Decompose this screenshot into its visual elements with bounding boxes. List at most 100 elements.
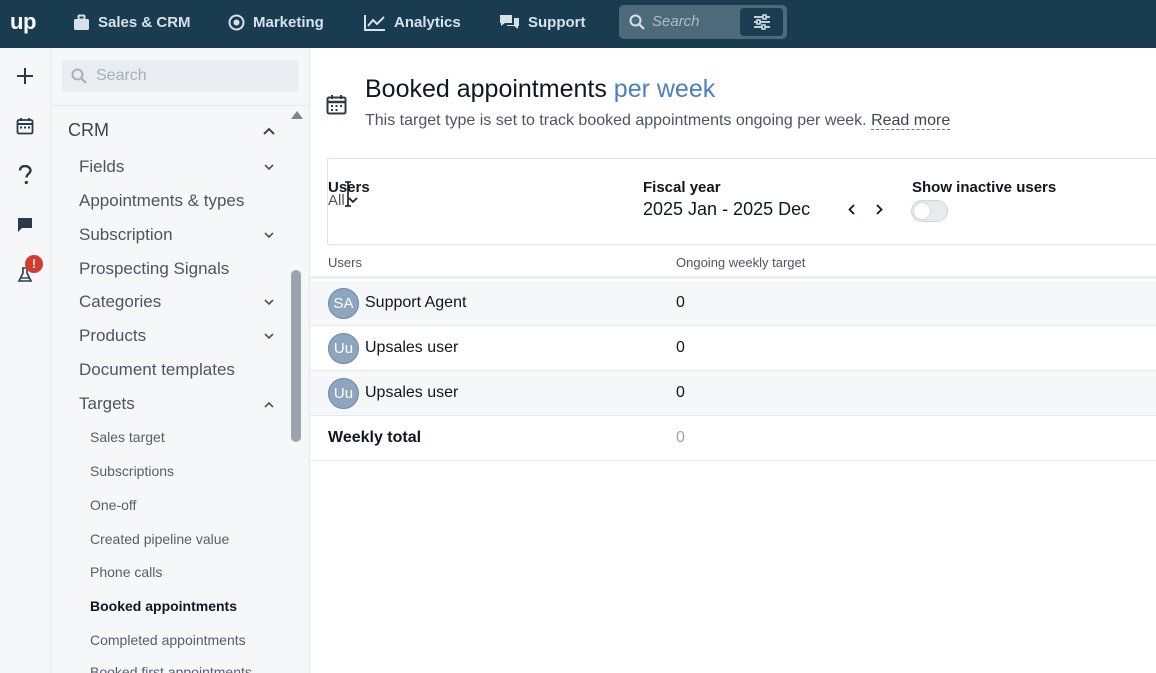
description-text: This target type is set to track booked … xyxy=(365,112,867,129)
main-content: Booked appointments per week This target… xyxy=(310,48,1156,673)
sidebar-item-fields[interactable]: Fields xyxy=(79,157,275,177)
search-placeholder: Search xyxy=(652,13,700,30)
sliders-icon xyxy=(753,14,770,30)
text-cursor-icon xyxy=(345,181,351,207)
title-period: per week xyxy=(613,75,716,103)
nav-support[interactable]: Support xyxy=(499,0,586,44)
section-label: CRM xyxy=(68,120,109,140)
sidebar-item-label: Document templates xyxy=(79,360,235,379)
sidebar-item-label: Targets xyxy=(79,394,135,413)
sidebar-subitem-label: Subscriptions xyxy=(90,463,175,479)
chevron-down-icon xyxy=(263,296,275,308)
sidebar-subitem-label: Booked first appointments xyxy=(90,664,252,673)
read-more-link[interactable]: Read more xyxy=(871,112,951,130)
next-year-button[interactable] xyxy=(872,201,886,217)
chevron-down-icon xyxy=(263,330,275,342)
divider xyxy=(51,105,309,106)
sidebar-subitem-one-off[interactable]: One-off xyxy=(90,497,286,513)
search-filter-button[interactable] xyxy=(740,8,783,36)
chevron-down-icon xyxy=(263,161,275,173)
search-placeholder: Search xyxy=(96,67,147,84)
avatar: Uu xyxy=(328,378,359,409)
help-icon[interactable] xyxy=(14,164,36,186)
scroll-up-arrow-icon[interactable] xyxy=(290,110,304,120)
title-text: Booked appointments xyxy=(365,75,607,103)
plus-icon[interactable] xyxy=(14,65,36,87)
sidebar-subitem-label: Completed appointments xyxy=(90,632,246,648)
column-header-users[interactable]: Users xyxy=(328,255,362,270)
sidebar-subitem-label: One-off xyxy=(90,497,137,513)
sidebar-item-products[interactable]: Products xyxy=(79,326,275,346)
nav-sales-crm[interactable]: Sales & CRM xyxy=(73,0,191,44)
sidebar-item-label: Products xyxy=(79,326,147,345)
global-search-input[interactable]: Search xyxy=(619,5,787,39)
column-header-target[interactable]: Ongoing weekly target xyxy=(676,255,805,270)
user-name: Upsales user xyxy=(365,384,459,401)
sidebar-item-appointments-types[interactable]: Appointments & types xyxy=(79,191,275,211)
sidebar-subitem-subscriptions[interactable]: Subscriptions xyxy=(90,463,286,479)
target-value[interactable]: 0 xyxy=(676,294,685,312)
sidebar-scrollbar[interactable] xyxy=(291,270,301,442)
sidebar-subitem-label: Booked appointments xyxy=(90,598,238,614)
show-inactive-label: Show inactive users xyxy=(912,179,1057,196)
sidebar-subitem-label: Phone calls xyxy=(90,564,163,580)
calendar-icon[interactable] xyxy=(14,115,36,137)
users-select[interactable]: All xyxy=(328,192,358,209)
previous-year-button[interactable] xyxy=(844,201,858,217)
sidebar-item-subscription[interactable]: Subscription xyxy=(79,225,275,245)
table-row[interactable]: SA Support Agent 0 xyxy=(310,281,1156,326)
sidebar-subitem-completed-appointments[interactable]: Completed appointments xyxy=(90,632,286,648)
sidebar-subitem-booked-first-appointments[interactable]: Booked first appointments xyxy=(90,664,286,673)
nav-analytics[interactable]: Analytics xyxy=(364,0,461,44)
sidebar-section-crm[interactable]: CRM xyxy=(68,120,275,141)
sidebar-subitem-phone-calls[interactable]: Phone calls xyxy=(90,564,286,580)
chevron-right-icon xyxy=(875,203,883,215)
chat-icon[interactable] xyxy=(14,214,36,236)
sidebar-search-input[interactable]: Search xyxy=(62,60,299,92)
users-select-value: All xyxy=(328,192,345,209)
table-row[interactable]: Uu Upsales user 0 xyxy=(310,326,1156,371)
table-row[interactable]: Uu Upsales user 0 xyxy=(310,371,1156,416)
sidebar-item-document-templates[interactable]: Document templates xyxy=(79,360,275,380)
sidebar-item-label: Fields xyxy=(79,157,125,176)
sidebar-item-targets[interactable]: Targets xyxy=(79,394,275,414)
nav-marketing[interactable]: Marketing xyxy=(228,0,324,44)
sidebar-subitem-booked-appointments[interactable]: Booked appointments xyxy=(90,598,286,614)
user-name: Support Agent xyxy=(365,294,467,311)
sidebar-item-label: Appointments & types xyxy=(79,191,245,210)
filter-panel: Users All Fiscal year 2025 Jan - 2025 De… xyxy=(327,158,1156,245)
sidebar-subitem-label: Sales target xyxy=(90,429,165,445)
user-name: Upsales user xyxy=(365,339,459,356)
show-inactive-toggle[interactable] xyxy=(911,200,948,222)
nav-label: Analytics xyxy=(394,13,461,31)
calendar-icon xyxy=(326,95,347,115)
upsales-logo[interactable]: up xyxy=(10,9,36,35)
top-navigation-bar: up Sales & CRM Marketing Analytics Suppo… xyxy=(0,0,1156,48)
left-icon-rail: ! xyxy=(0,48,51,673)
avatar: SA xyxy=(328,288,359,319)
page-description: This target type is set to track booked … xyxy=(365,112,951,130)
total-label: Weekly total xyxy=(328,429,422,446)
target-value[interactable]: 0 xyxy=(676,339,685,357)
sidebar-item-categories[interactable]: Categories xyxy=(79,292,275,312)
search-icon xyxy=(629,14,645,30)
page-title: Booked appointments per week xyxy=(365,75,715,104)
settings-sidebar: Search CRM Fields Appointments & types S… xyxy=(51,48,310,673)
table-total-row: Weekly total 0 xyxy=(310,416,1156,461)
chart-line-icon xyxy=(364,14,385,31)
toggle-knob xyxy=(914,203,930,219)
target-value[interactable]: 0 xyxy=(676,384,685,402)
fiscal-year-value: 2025 Jan - 2025 Dec xyxy=(643,199,811,219)
target-icon xyxy=(228,14,245,30)
fiscal-year-label: Fiscal year xyxy=(643,179,721,196)
avatar: Uu xyxy=(328,333,359,364)
sidebar-item-prospecting-signals[interactable]: Prospecting Signals xyxy=(79,259,275,279)
table-header: Users Ongoing weekly target xyxy=(310,251,1156,279)
sidebar-subitem-label: Created pipeline value xyxy=(90,531,230,547)
nav-label: Support xyxy=(528,13,586,31)
sidebar-subitem-created-pipeline-value[interactable]: Created pipeline value xyxy=(90,531,286,547)
sidebar-item-label: Categories xyxy=(79,292,162,311)
total-value: 0 xyxy=(676,429,685,446)
sidebar-subitem-sales-target[interactable]: Sales target xyxy=(90,429,286,445)
nav-label: Sales & CRM xyxy=(98,13,191,31)
